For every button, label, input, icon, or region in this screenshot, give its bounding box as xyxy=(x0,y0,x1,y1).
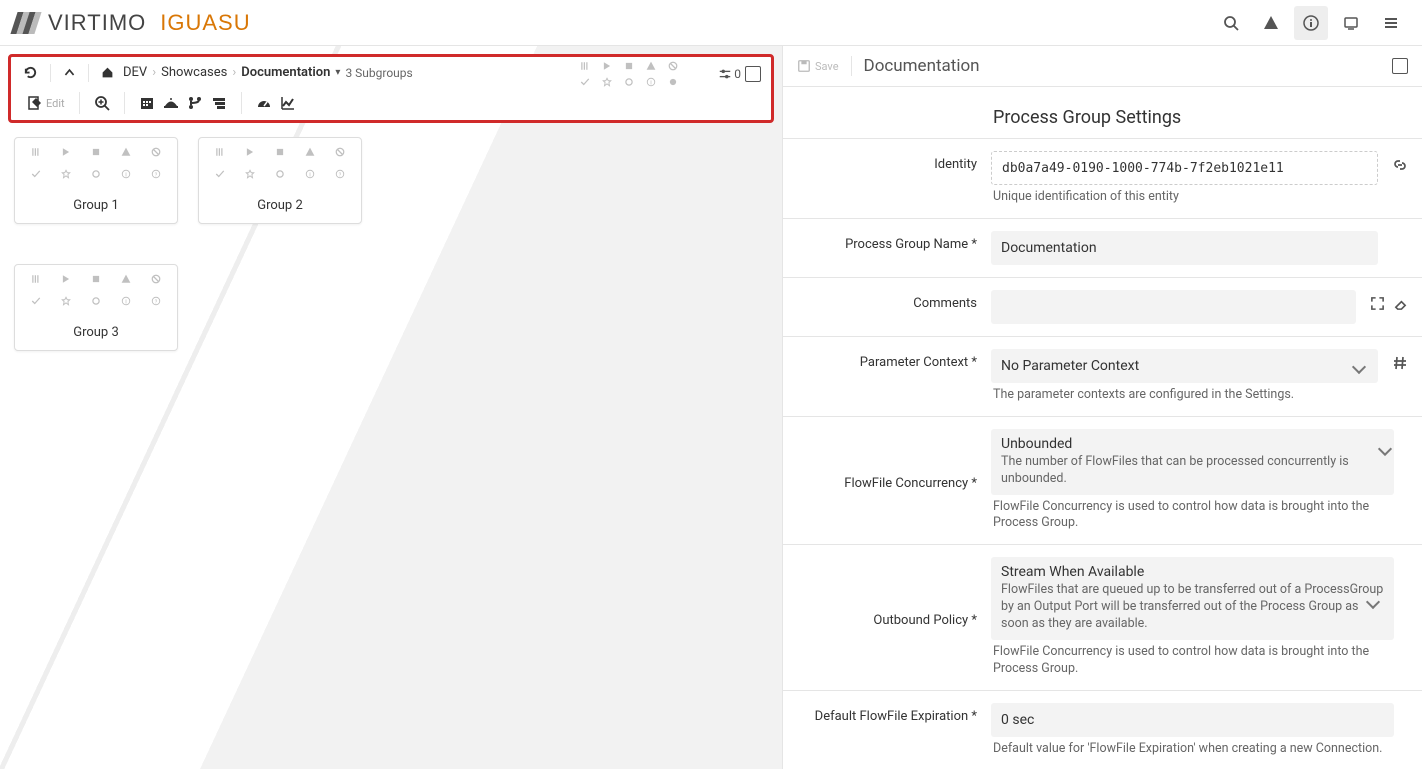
branch-icon[interactable] xyxy=(185,93,205,113)
name-field[interactable]: Documentation xyxy=(991,231,1378,265)
page-title: Documentation xyxy=(864,56,1380,76)
cards-container: Group 1 Group 2 xyxy=(0,123,782,365)
status-cluster: 0 xyxy=(580,59,763,89)
warning-icon xyxy=(646,61,664,71)
expiration-label: Default FlowFile Expiration * xyxy=(797,703,977,724)
queue-icon xyxy=(580,61,598,71)
properties-panel: Save Documentation Process Group Setting… xyxy=(782,46,1422,769)
name-label: Process Group Name * xyxy=(797,231,977,252)
breadcrumb-active[interactable]: Documentation xyxy=(241,65,330,80)
concurrency-select[interactable]: Unbounded The number of FlowFiles that c… xyxy=(991,429,1394,495)
card-title: Group 2 xyxy=(207,182,353,213)
alerts-icon[interactable] xyxy=(1254,6,1288,40)
logo-virtimo: VIRTIMO xyxy=(48,10,146,36)
card-title: Group 1 xyxy=(23,182,169,213)
expiration-field[interactable]: 0 sec xyxy=(991,703,1394,737)
chevron-down-icon xyxy=(1352,360,1366,374)
play-icon xyxy=(61,147,71,157)
play-icon xyxy=(602,61,620,71)
calendar-icon[interactable] xyxy=(137,93,157,113)
check-icon xyxy=(580,77,598,87)
logo-iguasu: IGUASU xyxy=(160,10,250,36)
group-card[interactable]: Group 3 xyxy=(14,264,178,351)
up-level-icon[interactable] xyxy=(59,64,80,81)
comments-field[interactable] xyxy=(991,290,1356,324)
gauge-icon[interactable] xyxy=(254,93,274,113)
canvas-toolbar: DEV › Showcases › Documentation ▾ 3 Subg… xyxy=(8,54,774,123)
filter-button[interactable]: 0 xyxy=(712,67,741,81)
menu-icon[interactable] xyxy=(1374,6,1408,40)
fullscreen-icon[interactable] xyxy=(745,66,761,82)
circle-icon xyxy=(91,169,101,179)
param-context-select[interactable]: No Parameter Context xyxy=(991,349,1378,383)
search-icon[interactable] xyxy=(1214,6,1248,40)
outbound-label: Outbound Policy * xyxy=(797,607,977,628)
help-icon xyxy=(151,169,161,179)
logo-stripes-icon xyxy=(14,12,38,34)
monitor-icon[interactable] xyxy=(1334,6,1368,40)
eraser-icon[interactable] xyxy=(1393,296,1408,311)
canvas[interactable]: DEV › Showcases › Documentation ▾ 3 Subg… xyxy=(0,46,782,769)
info-icon[interactable] xyxy=(1294,6,1328,40)
link-icon[interactable] xyxy=(1392,157,1408,173)
identity-label: Identity xyxy=(797,151,977,172)
queue-icon xyxy=(31,147,41,157)
identity-field[interactable]: db0a7a49-0190-1000-774b-7f2eb1021e11 xyxy=(991,151,1378,185)
ban-icon xyxy=(151,147,161,157)
group-card[interactable]: Group 1 xyxy=(14,137,178,224)
subgroups-count: 3 Subgroups xyxy=(345,66,412,80)
info-sm-icon xyxy=(646,77,664,87)
breadcrumb-showcases[interactable]: Showcases xyxy=(161,65,227,80)
check-icon xyxy=(31,169,41,179)
app-header: VIRTIMO IGUASU xyxy=(0,0,1422,46)
chart-icon[interactable] xyxy=(278,93,298,113)
breadcrumb-home[interactable]: DEV xyxy=(123,65,147,80)
group-card[interactable]: Group 2 xyxy=(198,137,362,224)
layers-icon[interactable] xyxy=(209,93,229,113)
param-context-label: Parameter Context * xyxy=(797,349,977,370)
refresh-icon[interactable] xyxy=(19,63,42,82)
section-title: Process Group Settings xyxy=(783,87,1422,138)
save-button[interactable]: Save xyxy=(797,59,839,73)
comments-label: Comments xyxy=(797,290,977,311)
warning-icon xyxy=(121,147,131,157)
card-title: Group 3 xyxy=(23,309,169,340)
outbound-select[interactable]: Stream When Available FlowFiles that are… xyxy=(991,557,1394,640)
star-icon xyxy=(602,77,620,87)
expand-panel-icon[interactable] xyxy=(1392,58,1408,74)
dot-fill-icon xyxy=(668,77,686,87)
stop-icon xyxy=(91,147,101,157)
concurrency-label: FlowFile Concurrency * xyxy=(797,470,977,491)
home-icon[interactable] xyxy=(97,64,118,81)
info-sm-icon xyxy=(121,169,131,179)
service-icon[interactable] xyxy=(161,93,181,113)
identity-help: Unique identification of this entity xyxy=(991,189,1378,206)
stop-icon xyxy=(624,61,642,71)
ban-icon xyxy=(668,61,686,71)
expand-icon[interactable] xyxy=(1370,296,1385,311)
circle-icon xyxy=(624,77,642,87)
logo: VIRTIMO IGUASU xyxy=(14,10,251,36)
star-icon xyxy=(61,169,71,179)
zoom-icon[interactable] xyxy=(92,93,112,113)
chevron-down-icon[interactable]: ▾ xyxy=(335,67,340,78)
edit-button[interactable]: Edit xyxy=(25,93,67,113)
hash-icon[interactable] xyxy=(1392,355,1408,371)
